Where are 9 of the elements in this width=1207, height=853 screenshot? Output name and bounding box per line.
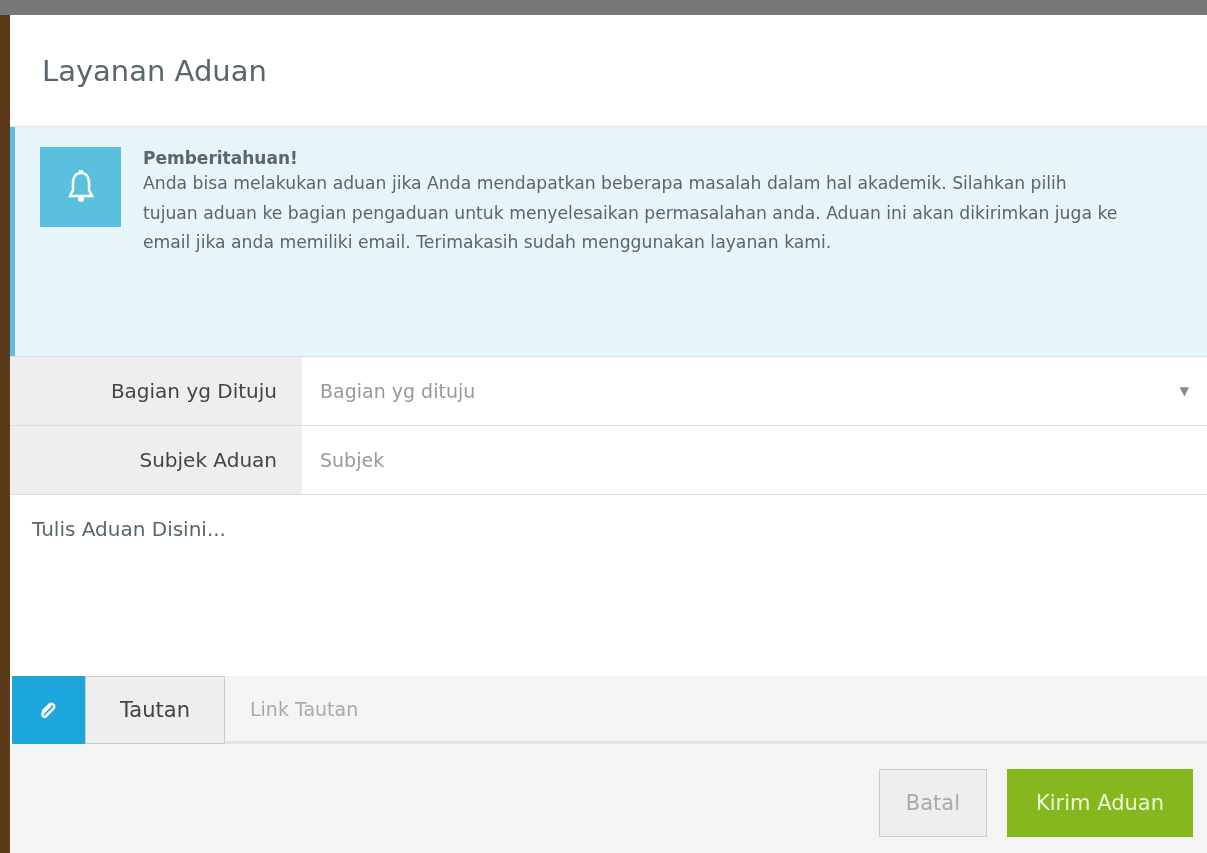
alert-heading: Pemberitahuan! bbox=[143, 147, 299, 169]
submit-button[interactable]: Kirim Aduan bbox=[1006, 769, 1193, 837]
link-label: Tautan bbox=[85, 676, 225, 744]
field-label: Bagian yg Dituju bbox=[10, 357, 302, 425]
link-input[interactable]: Link Tautan bbox=[225, 676, 1207, 744]
field-label: Subjek Aduan bbox=[10, 426, 302, 494]
dialog-title: Layanan Aduan bbox=[42, 53, 267, 88]
alert-message: Anda bisa melakukan aduan jika Anda mendapatkan beberapa masalah dalam hal akademik. Silahkan pilih tujuan aduan ke bagian pengaduan untuk menyelesaikan permasalahan anda. Aduan ini akan dikirimkan juga ke email jika anda memiliki email. Terimakasih sudah menggunakan layanan kami. bbox=[143, 172, 1118, 254]
bell-icon bbox=[40, 147, 121, 227]
